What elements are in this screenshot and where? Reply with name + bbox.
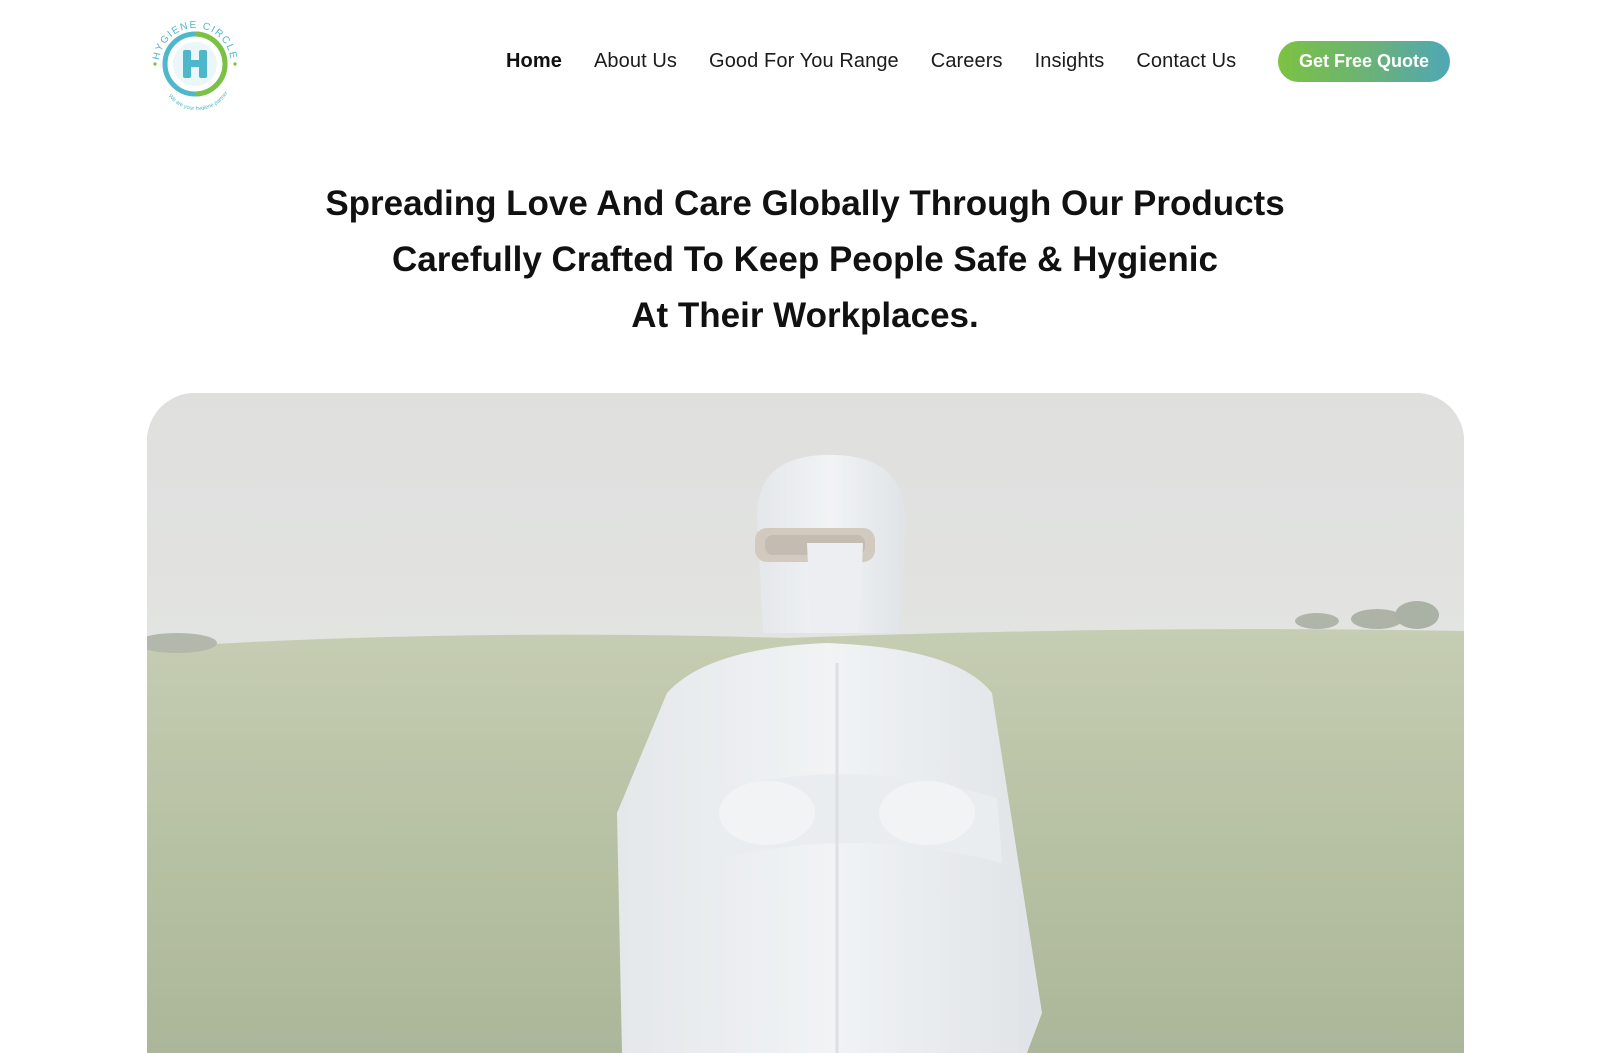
nav-home[interactable]: Home [506,50,562,73]
main-navigation: Home About Us Good For You Range Careers… [506,40,1268,82]
headline-line-3: At Their Workplaces. [631,296,979,335]
logo-graphic: HYGIENE CIRCLE We are your hygiene partn… [151,20,237,112]
nav-careers[interactable]: Careers [931,50,1003,73]
site-header: HYGIENE CIRCLE We are your hygiene partn… [0,0,1600,130]
hero-image-worker-in-field [147,393,1464,1053]
headline-line-2: Carefully Crafted To Keep People Safe & … [392,240,1218,279]
nav-insights[interactable]: Insights [1035,50,1105,73]
hygiene-circle-logo[interactable]: HYGIENE CIRCLE We are your hygiene partn… [147,14,243,112]
headline-line-1: Spreading Love And Care Globally Through… [325,184,1285,223]
nav-contact-us[interactable]: Contact Us [1136,50,1236,73]
hero-video-banner[interactable] [147,393,1464,1053]
nav-good-for-you-range[interactable]: Good For You Range [709,50,899,73]
hero-headline: Spreading Love And Care Globally Through… [200,176,1410,344]
get-free-quote-button[interactable]: Get Free Quote [1278,41,1450,82]
nav-about-us[interactable]: About Us [594,50,677,73]
